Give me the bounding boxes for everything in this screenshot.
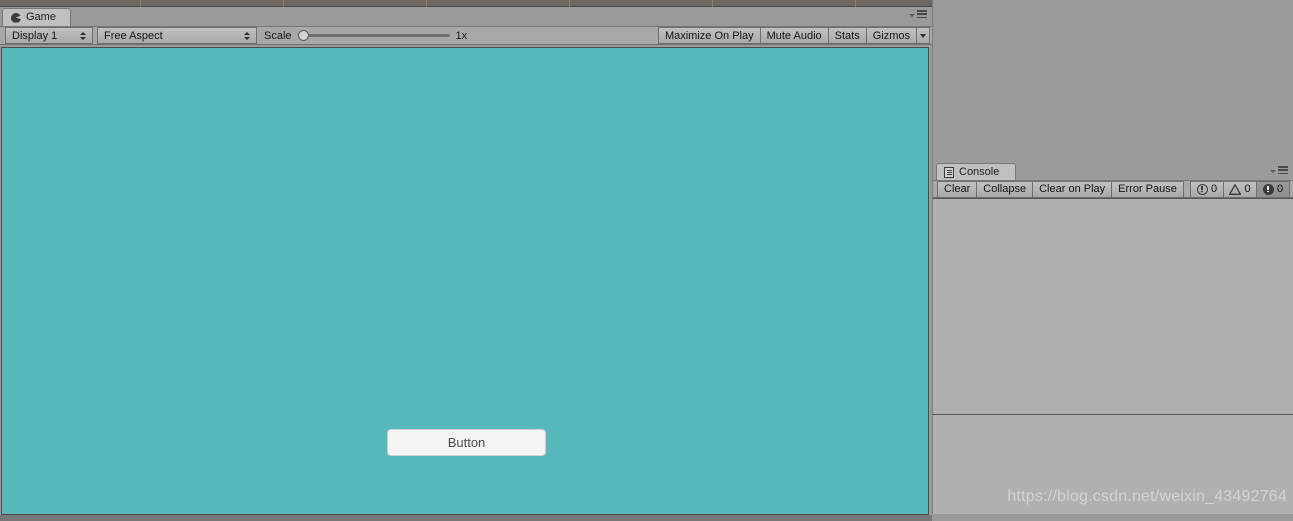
updown-arrows-icon — [79, 30, 86, 41]
console-icon — [944, 166, 954, 178]
console-log-list[interactable] — [933, 198, 1293, 414]
scale-slider[interactable] — [297, 30, 450, 41]
updown-arrows-icon — [243, 30, 250, 41]
maximize-on-play-button[interactable]: Maximize On Play — [657, 27, 761, 44]
hamburger-icon — [917, 10, 927, 18]
console-panel: Console Clear Collapse Clear on Play Err… — [932, 160, 1293, 414]
tab-console[interactable]: Console — [936, 163, 1017, 180]
tab-game-label: Game — [26, 11, 56, 23]
console-counters: 0 0 0 — [1190, 180, 1293, 198]
game-dock-bottom-filler — [0, 515, 932, 521]
game-panel: Game Display 1 Free Aspect Scale 1x Maxi… — [0, 7, 932, 521]
scale-control: Scale 1x — [264, 30, 467, 42]
warning-count-toggle[interactable]: 0 — [1223, 180, 1257, 198]
unity-editor-window: Game Display 1 Free Aspect Scale 1x Maxi… — [0, 0, 1293, 521]
chevron-down-icon — [1270, 169, 1276, 173]
ingame-button[interactable]: Button — [387, 429, 546, 456]
error-count: 0 — [1276, 183, 1284, 195]
info-count-toggle[interactable]: 0 — [1190, 180, 1224, 198]
watermark-text: https://blog.csdn.net/weixin_43492764 — [1007, 488, 1287, 505]
warning-icon — [1229, 184, 1242, 195]
gizmos-dropdown-button[interactable] — [916, 27, 930, 44]
scale-label: Scale — [264, 29, 292, 42]
display-dropdown-value: Display 1 — [12, 29, 58, 42]
display-dropdown[interactable]: Display 1 — [5, 27, 93, 44]
right-top-empty-panel — [932, 0, 1293, 160]
console-toolbar: Clear Collapse Clear on Play Error Pause… — [933, 180, 1293, 198]
scale-value: 1x — [455, 29, 468, 42]
error-icon — [1262, 183, 1274, 195]
chevron-down-icon — [909, 13, 915, 17]
stats-button[interactable]: Stats — [827, 27, 867, 44]
clear-on-play-button[interactable]: Clear on Play — [1032, 180, 1113, 198]
warning-count: 0 — [1244, 183, 1251, 195]
mute-audio-button[interactable]: Mute Audio — [759, 27, 829, 44]
tab-game[interactable]: Game — [2, 8, 71, 26]
game-view-canvas[interactable]: Button — [1, 47, 929, 515]
tab-console-label: Console — [959, 165, 1000, 178]
game-panel-options-menu-icon[interactable] — [909, 10, 927, 18]
error-pause-button[interactable]: Error Pause — [1111, 180, 1184, 198]
clear-button[interactable]: Clear — [937, 180, 978, 198]
gizmos-button[interactable]: Gizmos — [865, 27, 917, 44]
game-toolbar-right-group: Maximize On Play Mute Audio Stats Gizmos — [657, 27, 932, 44]
aspect-ratio-dropdown[interactable]: Free Aspect — [97, 27, 257, 44]
console-detail-pane[interactable]: https://blog.csdn.net/weixin_43492764 — [932, 414, 1293, 514]
game-view-icon — [11, 13, 21, 23]
info-count: 0 — [1210, 183, 1218, 195]
collapse-button[interactable]: Collapse — [976, 180, 1034, 198]
console-panel-options-menu-icon[interactable] — [1270, 166, 1288, 174]
error-count-toggle[interactable]: 0 — [1256, 180, 1290, 198]
hamburger-icon — [1278, 166, 1288, 174]
aspect-dropdown-value: Free Aspect — [104, 29, 163, 42]
info-icon — [1196, 183, 1208, 195]
game-tabbar: Game — [0, 7, 932, 26]
right-dock-column: Console Clear Collapse Clear on Play Err… — [932, 0, 1293, 514]
console-tabbar: Console — [933, 163, 1293, 180]
scale-slider-track — [297, 34, 450, 37]
chevron-down-icon — [920, 33, 926, 38]
game-toolbar: Display 1 Free Aspect Scale 1x Maximize … — [0, 26, 932, 45]
scale-slider-thumb[interactable] — [297, 30, 309, 41]
